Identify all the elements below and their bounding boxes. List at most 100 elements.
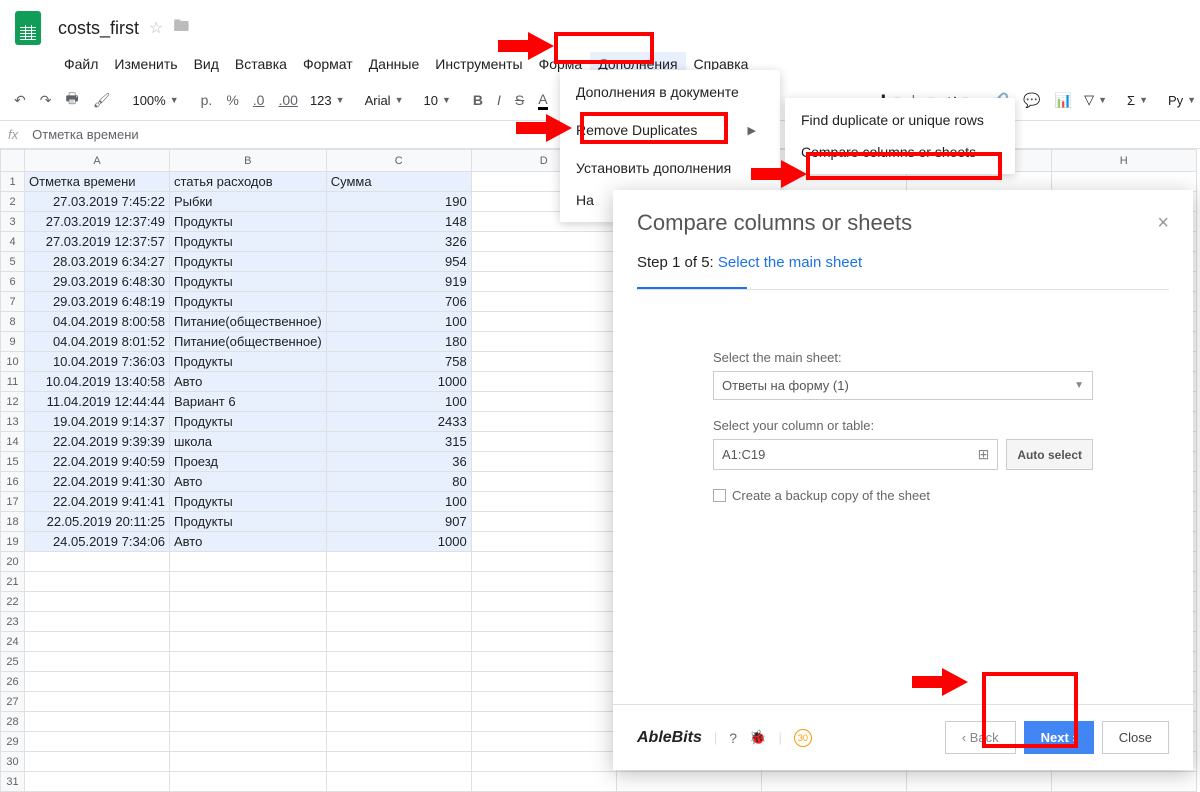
row-header-4[interactable]: 4 — [1, 232, 25, 252]
row-header-30[interactable]: 30 — [1, 752, 25, 772]
cell-B6[interactable]: Продукты — [170, 272, 327, 292]
row-header-22[interactable]: 22 — [1, 592, 25, 612]
cell-A14[interactable]: 22.04.2019 9:39:39 — [25, 432, 170, 452]
cell-D4[interactable] — [471, 232, 616, 252]
row-header-19[interactable]: 19 — [1, 532, 25, 552]
cell-B23[interactable] — [170, 612, 327, 632]
cell-A16[interactable]: 22.04.2019 9:41:30 — [25, 472, 170, 492]
cell-C1[interactable]: Сумма — [326, 172, 471, 192]
cell-C5[interactable]: 954 — [326, 252, 471, 272]
row-header-27[interactable]: 27 — [1, 692, 25, 712]
row-header-14[interactable]: 14 — [1, 432, 25, 452]
cell-B10[interactable]: Продукты — [170, 352, 327, 372]
cell-B5[interactable]: Продукты — [170, 252, 327, 272]
cell-A23[interactable] — [25, 612, 170, 632]
star-icon[interactable]: ☆ — [149, 18, 163, 38]
main-sheet-select[interactable]: Ответы на форму (1)▼ — [713, 371, 1093, 400]
cell-C11[interactable]: 1000 — [326, 372, 471, 392]
cell-B29[interactable] — [170, 732, 327, 752]
redo-icon[interactable]: ↷ — [34, 88, 58, 113]
cell-A21[interactable] — [25, 572, 170, 592]
cell-C17[interactable]: 100 — [326, 492, 471, 512]
row-header-25[interactable]: 25 — [1, 652, 25, 672]
cell-D11[interactable] — [471, 372, 616, 392]
cell-B12[interactable]: Вариант 6 — [170, 392, 327, 412]
cell-B22[interactable] — [170, 592, 327, 612]
cell-B14[interactable]: школа — [170, 432, 327, 452]
cell-C15[interactable]: 36 — [326, 452, 471, 472]
row-header-7[interactable]: 7 — [1, 292, 25, 312]
cell-A2[interactable]: 27.03.2019 7:45:22 — [25, 192, 170, 212]
select-all[interactable] — [1, 150, 25, 172]
cell-D10[interactable] — [471, 352, 616, 372]
row-header-21[interactable]: 21 — [1, 572, 25, 592]
row-header-8[interactable]: 8 — [1, 312, 25, 332]
range-input[interactable]: A1:C19⊞ — [713, 439, 998, 470]
col-header-B[interactable]: B — [170, 150, 327, 172]
cell-C31[interactable] — [326, 772, 471, 792]
cell-F31[interactable] — [761, 772, 906, 792]
backup-checkbox[interactable] — [713, 489, 726, 502]
row-header-9[interactable]: 9 — [1, 332, 25, 352]
cell-D23[interactable] — [471, 612, 616, 632]
row-header-18[interactable]: 18 — [1, 512, 25, 532]
cell-C9[interactable]: 180 — [326, 332, 471, 352]
menu-data[interactable]: Данные — [361, 52, 428, 76]
dec-increase-btn[interactable]: .00 — [272, 88, 303, 112]
cell-B18[interactable]: Продукты — [170, 512, 327, 532]
badge-icon[interactable]: 30 — [794, 729, 812, 747]
zoom-select[interactable]: 100%▼ — [128, 91, 182, 110]
cell-C6[interactable]: 919 — [326, 272, 471, 292]
paint-icon[interactable]: 🖌 — [87, 88, 117, 113]
cell-C26[interactable] — [326, 672, 471, 692]
cell-C13[interactable]: 2433 — [326, 412, 471, 432]
cell-C29[interactable] — [326, 732, 471, 752]
cell-D16[interactable] — [471, 472, 616, 492]
cell-B20[interactable] — [170, 552, 327, 572]
menu-tools[interactable]: Инструменты — [427, 52, 530, 76]
cell-B26[interactable] — [170, 672, 327, 692]
cell-B2[interactable]: Рыбки — [170, 192, 327, 212]
remove-duplicates-item[interactable]: Remove Duplicates▶ — [560, 114, 780, 146]
cell-C14[interactable]: 315 — [326, 432, 471, 452]
dec-decrease-btn[interactable]: .0 — [247, 88, 271, 112]
cell-B16[interactable]: Авто — [170, 472, 327, 492]
row-header-11[interactable]: 11 — [1, 372, 25, 392]
cell-H1[interactable] — [1051, 172, 1196, 192]
row-header-24[interactable]: 24 — [1, 632, 25, 652]
row-header-13[interactable]: 13 — [1, 412, 25, 432]
comment-icon[interactable]: 💬 — [1017, 88, 1046, 113]
functions-icon[interactable]: Σ▼ — [1123, 91, 1152, 110]
cell-C22[interactable] — [326, 592, 471, 612]
cell-B7[interactable]: Продукты — [170, 292, 327, 312]
cell-B31[interactable] — [170, 772, 327, 792]
cell-A5[interactable]: 28.03.2019 6:34:27 — [25, 252, 170, 272]
cell-D17[interactable] — [471, 492, 616, 512]
cell-B15[interactable]: Проезд — [170, 452, 327, 472]
cell-E31[interactable] — [616, 772, 761, 792]
cell-A9[interactable]: 04.04.2019 8:01:52 — [25, 332, 170, 352]
sheets-logo[interactable] — [8, 8, 48, 48]
grid-icon[interactable]: ⊞ — [978, 446, 990, 463]
filter-icon[interactable]: ▽▼ — [1080, 90, 1111, 110]
strike-btn[interactable]: S — [509, 88, 530, 112]
cell-D13[interactable] — [471, 412, 616, 432]
cell-H31[interactable] — [1051, 772, 1196, 792]
number-format-select[interactable]: 123▼ — [306, 91, 349, 110]
cell-D28[interactable] — [471, 712, 616, 732]
cell-A13[interactable]: 19.04.2019 9:14:37 — [25, 412, 170, 432]
back-button[interactable]: ‹ Back — [945, 721, 1016, 754]
cell-B17[interactable]: Продукты — [170, 492, 327, 512]
cell-D7[interactable] — [471, 292, 616, 312]
menu-view[interactable]: Вид — [186, 52, 227, 76]
row-header-29[interactable]: 29 — [1, 732, 25, 752]
cell-D18[interactable] — [471, 512, 616, 532]
addons-in-doc[interactable]: Дополнения в документе — [560, 76, 780, 108]
cell-B21[interactable] — [170, 572, 327, 592]
find-duplicate-rows[interactable]: Find duplicate or unique rows — [785, 104, 1015, 136]
next-button[interactable]: Next › — [1024, 721, 1094, 754]
cell-C30[interactable] — [326, 752, 471, 772]
cell-B1[interactable]: статья расходов — [170, 172, 327, 192]
cell-D31[interactable] — [471, 772, 616, 792]
menu-file[interactable]: Файл — [56, 52, 106, 76]
